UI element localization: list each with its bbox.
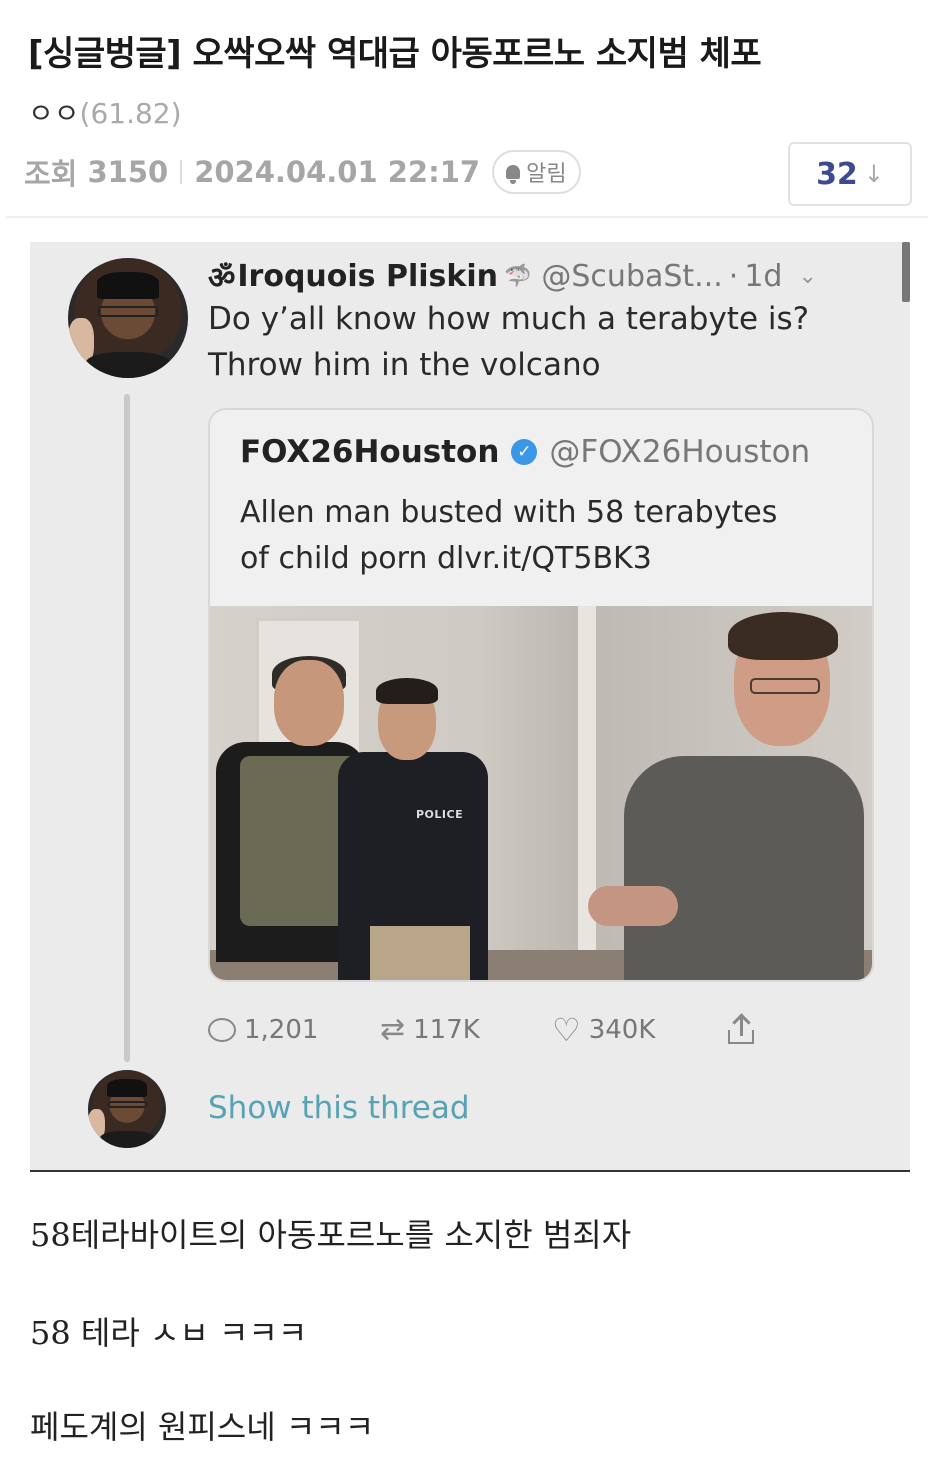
quoted-tweet-text: Allen man busted with 58 terabytes of ch… bbox=[240, 495, 778, 576]
tweet-text: Do y’all know how much a terabyte is? Th… bbox=[208, 301, 810, 383]
bell-icon bbox=[506, 165, 521, 184]
shark-emoji: 🦈 bbox=[503, 264, 532, 289]
om-symbol: ॐ bbox=[208, 261, 236, 296]
chevron-down-icon[interactable]: ⌄ bbox=[798, 264, 816, 289]
verified-badge-icon: ✓ bbox=[511, 439, 538, 465]
quoted-tweet-header: FOX26Houston ✓ @FOX26Houston bbox=[240, 434, 810, 470]
body-line-3: 페도계의 원피스네 ㅋㅋㅋ bbox=[30, 1408, 375, 1446]
body-line-1: 58테라바이트의 아동포르노를 소지한 범죄자 bbox=[30, 1216, 632, 1254]
post-date: 2024.04.01 22:17 bbox=[194, 155, 481, 189]
author-score: (61.82) bbox=[79, 97, 182, 130]
post-author[interactable]: ㅇㅇ(61.82) bbox=[28, 92, 182, 132]
retweet-count: 117K bbox=[413, 1015, 480, 1045]
thread-avatar[interactable] bbox=[88, 1070, 166, 1148]
post-meta: 조회 3150 2024.04.01 22:17 알림 bbox=[24, 150, 581, 194]
reply-action[interactable]: 1,201 bbox=[208, 1015, 380, 1045]
reply-count: 1,201 bbox=[244, 1015, 319, 1045]
avatar[interactable] bbox=[68, 258, 188, 378]
retweet-action[interactable]: ⇄ 117K bbox=[380, 1012, 552, 1047]
separator-dot: · bbox=[728, 259, 739, 294]
tweet-author-handle[interactable]: @ScubaSt... bbox=[541, 259, 722, 294]
post-title: [싱글벙글] 오싹오싹 역대급 아동포르노 소지범 체포 bbox=[28, 34, 762, 74]
author-name[interactable]: ㅇㅇ bbox=[28, 97, 80, 130]
quoted-tweet[interactable]: FOX26Houston ✓ @FOX26Houston Allen man b… bbox=[208, 408, 874, 982]
scrollbar bbox=[902, 242, 910, 302]
quoted-author-handle: @FOX26Houston bbox=[549, 434, 811, 470]
retweet-icon: ⇄ bbox=[380, 1012, 406, 1047]
tweet-time: 1d bbox=[744, 259, 783, 294]
tweet-header: ॐ Iroquois Pliskin 🦈 @ScubaSt... · 1d ⌄ bbox=[208, 256, 817, 297]
meta-separator bbox=[180, 160, 183, 184]
heart-icon: ♡ bbox=[552, 1011, 581, 1049]
comment-count: 32 bbox=[816, 156, 858, 192]
views-label: 조회 bbox=[24, 157, 78, 191]
notify-label: 알림 bbox=[526, 162, 567, 187]
header-divider bbox=[6, 216, 928, 218]
arrest-photo[interactable]: POLICE bbox=[210, 606, 872, 980]
arrow-down-icon: ↓ bbox=[863, 160, 884, 188]
views-count: 3150 bbox=[87, 155, 169, 189]
body-line-2: 58 테라 ㅅㅂ ㅋㅋㅋ bbox=[30, 1314, 308, 1352]
tweet-screenshot: ॐ Iroquois Pliskin 🦈 @ScubaSt... · 1d ⌄ … bbox=[30, 242, 910, 1172]
comment-count-button[interactable]: 32 ↓ bbox=[788, 142, 912, 206]
reply-icon bbox=[208, 1018, 236, 1042]
thread-line bbox=[124, 394, 130, 1062]
tweet-actions: 1,201 ⇄ 117K ♡ 340K bbox=[208, 1008, 754, 1052]
like-action[interactable]: ♡ 340K bbox=[552, 1014, 728, 1046]
tweet-author-name[interactable]: Iroquois Pliskin bbox=[237, 259, 498, 294]
notify-button[interactable]: 알림 bbox=[492, 150, 581, 194]
show-thread-link[interactable]: Show this thread bbox=[208, 1090, 470, 1126]
police-label: POLICE bbox=[416, 808, 464, 821]
quoted-author-name: FOX26Houston bbox=[240, 434, 500, 470]
share-icon[interactable] bbox=[728, 1013, 754, 1044]
like-count: 340K bbox=[588, 1015, 656, 1045]
